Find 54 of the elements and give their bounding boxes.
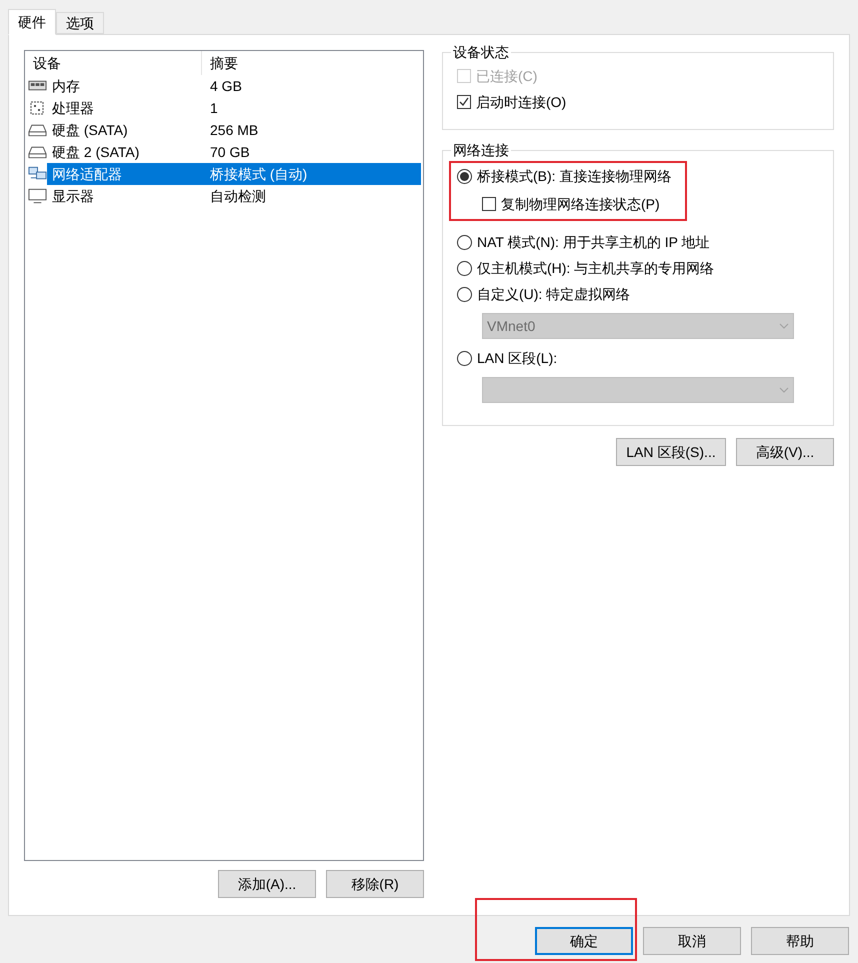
- device-row[interactable]: 网络适配器 桥接模式 (自动): [47, 163, 421, 185]
- device-summary: 256 MB: [209, 120, 258, 140]
- dialog-button[interactable]: 确定: [535, 927, 633, 955]
- dialog-button[interactable]: 帮助: [751, 927, 849, 955]
- device-name: 内存: [51, 76, 81, 96]
- radio-button[interactable]: [457, 350, 472, 366]
- device-row[interactable]: 内存 4 GB: [47, 75, 421, 97]
- radio-button[interactable]: [457, 260, 472, 276]
- radio-label: 桥接模式(B): 直接连接物理网络: [477, 166, 672, 186]
- group-title: 设备状态: [452, 43, 510, 62]
- radio-button[interactable]: [457, 286, 472, 302]
- device-summary: 自动检测: [209, 186, 266, 206]
- column-header[interactable]: 摘要: [202, 51, 423, 75]
- device-row[interactable]: 硬盘 2 (SATA) 70 GB: [47, 141, 421, 163]
- radio-label: NAT 模式(N): 用于共享主机的 IP 地址: [477, 232, 710, 252]
- drive-icon: [28, 123, 47, 137]
- monitor-icon: [28, 188, 47, 204]
- dialog-button[interactable]: LAN 区段(S)...: [616, 438, 726, 466]
- network-icon: [28, 166, 47, 182]
- chevron-down-icon: [779, 387, 789, 393]
- tab[interactable]: 选项: [56, 12, 104, 34]
- device-name: 显示器: [51, 186, 95, 206]
- device-summary: 4 GB: [209, 76, 242, 96]
- dialog-button[interactable]: 高级(V)...: [736, 438, 834, 466]
- radio-button[interactable]: [457, 168, 472, 184]
- radio-label: LAN 区段(L):: [477, 348, 558, 368]
- dialog-button[interactable]: 移除(R): [326, 870, 424, 898]
- device-summary: 1: [209, 98, 218, 118]
- checkbox[interactable]: [457, 95, 471, 109]
- device-row[interactable]: 显示器 自动检测: [47, 185, 421, 207]
- checkbox-label: 启动时连接(O): [476, 92, 566, 112]
- radio-button[interactable]: [457, 234, 472, 250]
- group-title: 网络连接: [452, 141, 510, 160]
- radio-label: 仅主机模式(H): 与主机共享的专用网络: [477, 258, 714, 278]
- dialog-button[interactable]: 添加(A)...: [218, 870, 316, 898]
- drive-icon: [28, 145, 47, 159]
- device-name: 硬盘 2 (SATA): [51, 142, 140, 162]
- device-row[interactable]: 硬盘 (SATA) 256 MB: [47, 119, 421, 141]
- device-summary: 桥接模式 (自动): [209, 164, 308, 184]
- checkbox-label: 复制物理网络连接状态(P): [501, 194, 660, 214]
- device-name: 硬盘 (SATA): [51, 120, 129, 140]
- device-name: 处理器: [51, 98, 95, 118]
- radio-label: 自定义(U): 特定虚拟网络: [477, 284, 630, 304]
- device-summary: 70 GB: [209, 142, 250, 162]
- checkbox[interactable]: [482, 197, 496, 211]
- column-header[interactable]: 设备: [25, 51, 202, 75]
- tab[interactable]: 硬件: [8, 9, 56, 35]
- chevron-down-icon: [779, 323, 789, 329]
- device-row[interactable]: 处理器 1: [47, 97, 421, 119]
- memory-icon: [28, 79, 47, 93]
- chip-icon: [28, 99, 46, 117]
- dialog-button[interactable]: 取消: [643, 927, 741, 955]
- checkbox-label: 已连接(C): [476, 66, 538, 86]
- device-name: 网络适配器: [51, 164, 123, 184]
